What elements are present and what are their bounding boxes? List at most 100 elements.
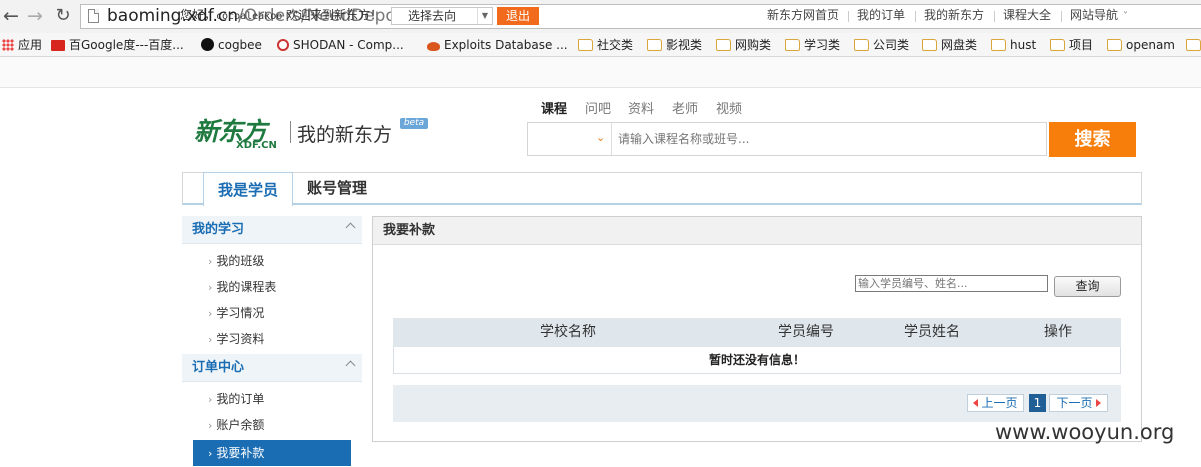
search-tab-teacher[interactable]: 老师 xyxy=(667,99,703,121)
link-site-nav[interactable]: 网站导航 ˅ xyxy=(1070,0,1128,32)
bookmark-folder-project[interactable]: 项目 xyxy=(1050,33,1093,57)
next-page-button[interactable]: 下一页 xyxy=(1049,394,1108,412)
apps-icon xyxy=(2,39,14,51)
greeting: 您好，cocoaleakoo 欢迎来到新东方！ xyxy=(180,0,382,32)
sidebar-item-balance[interactable]: › 账户余额 xyxy=(208,412,264,438)
beta-badge: beta xyxy=(400,118,428,129)
bookmark-overflow[interactable] xyxy=(1186,33,1201,57)
sidebar-section-order-center[interactable]: 订单中心 xyxy=(182,354,362,382)
sidebar-item-label: 学习情况 xyxy=(216,306,265,320)
folder-icon xyxy=(1186,39,1201,51)
folder-icon xyxy=(716,39,731,51)
sidebar-section-title: 我的学习 xyxy=(192,222,245,237)
search-category-select[interactable]: ⌄ xyxy=(528,123,612,155)
bookmark-apps[interactable]: 应用 xyxy=(2,33,42,57)
bookmark-cogbee[interactable]: cogbee xyxy=(201,33,262,57)
column-student-name: 学员姓名 xyxy=(904,324,960,340)
bookmark-exploit-db[interactable]: Exploits Database ... xyxy=(427,33,568,57)
link-xdf-home[interactable]: 新东方网首页 xyxy=(767,0,839,31)
sidebar-item-study-materials[interactable]: › 学习资料 xyxy=(208,326,264,352)
bookmark-folder-company[interactable]: 公司类 xyxy=(854,33,909,57)
chevron-right-icon: › xyxy=(208,419,213,432)
bookmark-label: SHODAN - Comp... xyxy=(293,38,404,52)
chevron-right-icon: › xyxy=(208,281,213,294)
folder-icon xyxy=(647,39,662,51)
sidebar-section-title: 订单中心 xyxy=(192,360,245,375)
xdf-logo[interactable]: 新东方 XDF.CN xyxy=(194,112,286,154)
username: cocoaleakoo xyxy=(216,11,283,22)
prev-page-label: 上一页 xyxy=(981,396,1018,410)
student-search-input[interactable] xyxy=(855,275,1048,292)
next-page-label: 下一页 xyxy=(1056,396,1093,410)
divider xyxy=(1061,11,1062,22)
bookmark-label: hust xyxy=(1010,38,1037,52)
back-icon[interactable]: ← xyxy=(0,4,22,28)
tab-student[interactable]: 我是学员 xyxy=(203,172,293,206)
greeting-suffix: 欢迎来到新东方！ xyxy=(282,8,383,22)
folder-icon xyxy=(991,39,1006,51)
reload-icon[interactable]: ↻ xyxy=(52,4,74,28)
chevron-right-icon: › xyxy=(208,447,213,460)
shodan-icon xyxy=(277,39,289,51)
sidebar-item-deposit[interactable]: › 我要补款 xyxy=(193,440,351,466)
exploit-db-icon xyxy=(427,42,440,51)
sidebar-item-label: 账户余额 xyxy=(216,418,265,432)
destination-select-value: 选择去向 xyxy=(408,9,457,23)
bookmark-label: 项目 xyxy=(1069,38,1094,52)
triangle-right-icon xyxy=(1095,399,1101,407)
bookmark-folder-video[interactable]: 影视类 xyxy=(647,33,702,57)
query-button[interactable]: 查询 xyxy=(1054,276,1121,297)
bookmark-folder-study[interactable]: 学习类 xyxy=(785,33,840,57)
search-tab-video[interactable]: 视频 xyxy=(711,99,747,121)
sidebar-item-label: 我的订单 xyxy=(216,392,265,406)
chevron-down-icon: ▼ xyxy=(477,8,492,24)
divider xyxy=(290,121,291,143)
prev-page-button[interactable]: 上一页 xyxy=(967,394,1024,412)
bookmark-folder-social[interactable]: 社交类 xyxy=(578,33,633,57)
sidebar-item-label: 我的课程表 xyxy=(216,280,277,294)
bookmark-folder-hust[interactable]: hust xyxy=(991,33,1036,57)
search-tab-materials[interactable]: 资料 xyxy=(623,99,659,121)
chevron-up-icon xyxy=(345,222,356,233)
sidebar-item-my-classes[interactable]: › 我的班级 xyxy=(208,248,264,274)
bookmark-label: 网购类 xyxy=(735,38,772,52)
search-button[interactable]: 搜索 xyxy=(1049,122,1136,157)
chevron-down-icon: ˅ xyxy=(1123,11,1129,22)
bookmark-folder-netdisk[interactable]: 网盘类 xyxy=(922,33,977,57)
bookmark-baidu[interactable]: 百Google度---百度... xyxy=(51,33,184,57)
bookmark-label: Exploits Database ... xyxy=(444,38,568,52)
destination-select[interactable]: 选择去向 ▼ xyxy=(391,7,493,25)
divider xyxy=(994,11,995,22)
search-tab-qa[interactable]: 问吧 xyxy=(580,99,616,121)
sidebar-item-label: 我的班级 xyxy=(216,254,265,268)
sidebar-item-schedule[interactable]: › 我的课程表 xyxy=(208,274,276,300)
sidebar-section-my-study[interactable]: 我的学习 xyxy=(182,216,362,244)
pagination: 上一页 1 下一页 xyxy=(393,385,1121,422)
site-nav-label: 网站导航 xyxy=(1070,8,1119,22)
tab-account[interactable]: 账号管理 xyxy=(307,173,367,204)
bookmark-folder-shopping[interactable]: 网购类 xyxy=(716,33,771,57)
main-tabs: 我是学员 账号管理 xyxy=(182,172,1142,206)
page-title: 我的新东方 xyxy=(297,124,393,146)
link-all-courses[interactable]: 课程大全 xyxy=(1003,0,1051,31)
bookmark-folder-openam[interactable]: openam xyxy=(1107,33,1175,57)
triangle-left-icon xyxy=(973,399,979,407)
logout-button[interactable]: 退出 xyxy=(497,7,539,25)
sidebar-item-study-status[interactable]: › 学习情况 xyxy=(208,300,264,326)
sidebar-item-my-orders[interactable]: › 我的订单 xyxy=(208,386,264,412)
bookmark-label: 社交类 xyxy=(597,38,634,52)
column-school: 学校名称 xyxy=(540,324,596,340)
search-input[interactable] xyxy=(614,124,1050,154)
bookmark-label: 学习类 xyxy=(804,38,841,52)
github-icon xyxy=(201,38,214,51)
divider xyxy=(848,11,849,22)
page-number-current[interactable]: 1 xyxy=(1029,394,1046,412)
link-my-xdf[interactable]: 我的新东方 xyxy=(924,0,984,31)
link-my-orders[interactable]: 我的订单 xyxy=(857,0,905,31)
table-header: 学校名称 学员编号 学员姓名 操作 xyxy=(393,318,1121,347)
bookmark-shodan[interactable]: SHODAN - Comp... xyxy=(277,33,404,57)
chevron-right-icon: › xyxy=(208,255,213,268)
forward-icon[interactable]: → xyxy=(24,4,46,28)
panel-header: 我要补款 xyxy=(373,217,1141,245)
search-tab-course[interactable]: 课程 xyxy=(535,99,573,121)
